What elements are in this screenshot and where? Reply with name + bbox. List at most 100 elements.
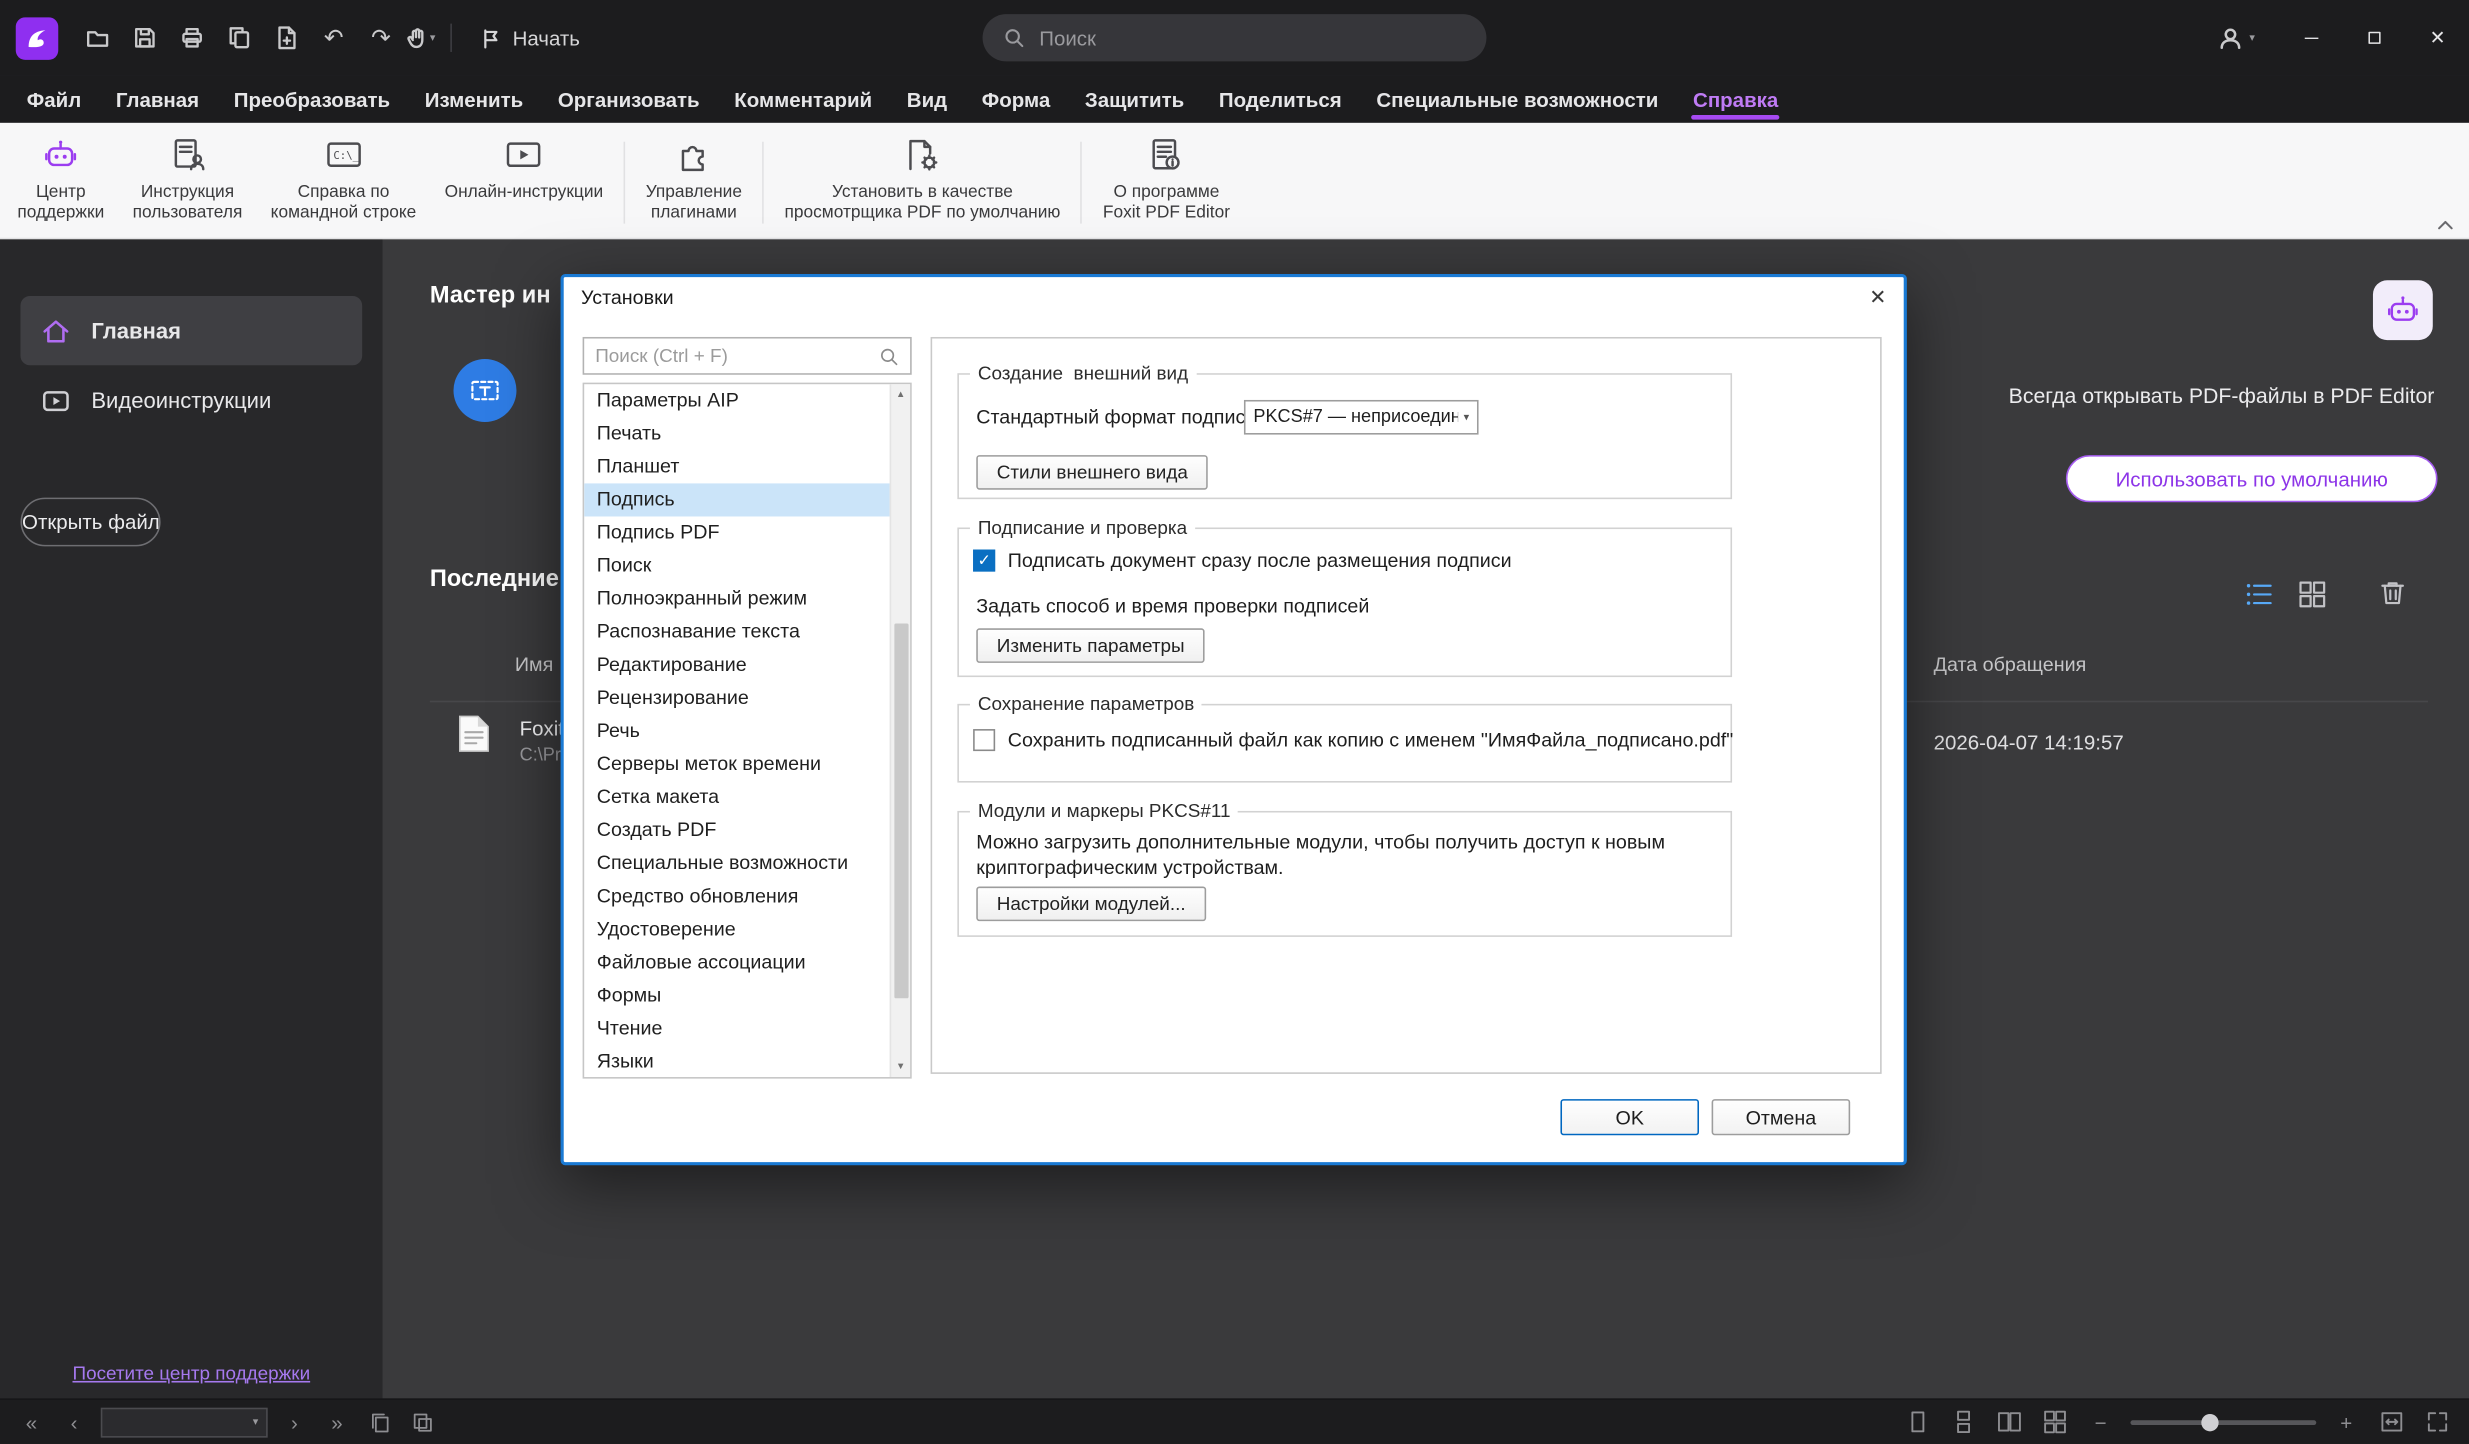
ribbon-item-user-manual[interactable]: Инструкция пользователя bbox=[118, 131, 256, 235]
use-as-default-button[interactable]: Использовать по умолчанию bbox=[2065, 455, 2438, 503]
tab-accessibility[interactable]: Специальные возможности bbox=[1359, 76, 1676, 123]
facing-view-icon[interactable] bbox=[1993, 1405, 2024, 1440]
copy-page-icon[interactable] bbox=[364, 1405, 395, 1440]
scroll-up-icon[interactable]: ▲ bbox=[891, 384, 910, 404]
search-input[interactable]: Поиск bbox=[982, 14, 1487, 62]
save-icon[interactable] bbox=[121, 14, 168, 61]
tab-share[interactable]: Поделиться bbox=[1202, 76, 1360, 123]
last-page-icon[interactable]: » bbox=[321, 1405, 352, 1440]
previous-page-icon[interactable]: ‹ bbox=[58, 1405, 89, 1440]
ribbon-item-support-center[interactable]: Центр поддержки bbox=[3, 131, 118, 235]
instructions-wizard-icon[interactable] bbox=[453, 359, 517, 422]
start-button[interactable]: Начать bbox=[465, 20, 592, 56]
add-page-icon[interactable] bbox=[263, 14, 310, 61]
preferences-list-item[interactable]: Специальные возможности bbox=[584, 847, 910, 880]
sign-immediately-checkbox[interactable]: ✓ bbox=[973, 549, 996, 572]
signature-format-dropdown[interactable]: PKCS#7 — неприсоедине ▾ bbox=[1243, 399, 1479, 435]
ribbon-item-command-line-help[interactable]: C:\_ Справка по командной строке bbox=[257, 131, 431, 235]
column-header-date[interactable]: Дата обращения bbox=[1934, 653, 2087, 675]
preferences-search-input[interactable]: Поиск (Ctrl + F) bbox=[582, 336, 912, 375]
fit-page-icon[interactable] bbox=[2376, 1405, 2407, 1440]
tab-view[interactable]: Вид bbox=[889, 76, 964, 123]
preferences-list-item[interactable]: Распознавание текста bbox=[584, 616, 910, 649]
zoom-out-icon[interactable]: − bbox=[2085, 1405, 2116, 1440]
tab-form[interactable]: Форма bbox=[964, 76, 1067, 123]
fullscreen-icon[interactable] bbox=[2422, 1405, 2453, 1440]
preferences-list-item[interactable]: Речь bbox=[584, 715, 910, 748]
scroll-down-icon[interactable]: ▼ bbox=[891, 1057, 910, 1077]
zoom-in-icon[interactable]: + bbox=[2330, 1405, 2361, 1440]
tab-edit[interactable]: Изменить bbox=[407, 76, 540, 123]
account-button[interactable]: ▾ bbox=[2218, 24, 2255, 51]
facing-continuous-view-icon[interactable] bbox=[2039, 1405, 2070, 1440]
ok-button[interactable]: OK bbox=[1560, 1099, 1700, 1136]
appearance-styles-button[interactable]: Стили внешнего вида bbox=[976, 455, 1209, 490]
preferences-list-item[interactable]: Печать bbox=[584, 417, 910, 450]
ribbon-item-set-default-viewer[interactable]: Установить в качестве просмотрщика PDF по… bbox=[770, 131, 1074, 235]
preferences-list-item[interactable]: Поиск bbox=[584, 550, 910, 583]
preferences-list-item[interactable]: Файловые ассоциации bbox=[584, 946, 910, 979]
preferences-list-item[interactable]: Средство обновления bbox=[584, 880, 910, 913]
preferences-list-item[interactable]: Создать PDF bbox=[584, 814, 910, 847]
dialog-titlebar[interactable]: Установки ✕ bbox=[564, 277, 1904, 316]
next-page-icon[interactable]: › bbox=[279, 1405, 310, 1440]
trash-icon[interactable] bbox=[2378, 578, 2408, 608]
sidebar-item-video-tutorials[interactable]: Видеоинструкции bbox=[20, 365, 362, 434]
preferences-list-item[interactable]: Рецензирование bbox=[584, 682, 910, 715]
save-signed-copy-checkbox[interactable] bbox=[973, 729, 996, 752]
preferences-list-item[interactable]: Полноэкранный режим bbox=[584, 583, 910, 616]
copy-icon[interactable] bbox=[216, 14, 263, 61]
tab-organize[interactable]: Организовать bbox=[541, 76, 717, 123]
ribbon-item-plugin-manager[interactable]: Управление плагинами bbox=[632, 131, 757, 235]
sidebar-item-home[interactable]: Главная bbox=[20, 296, 363, 366]
close-button[interactable]: ✕ bbox=[2406, 0, 2469, 76]
recent-file-name[interactable]: Foxit bbox=[520, 716, 564, 740]
maximize-button[interactable] bbox=[2343, 0, 2406, 76]
cancel-button[interactable]: Отмена bbox=[1711, 1099, 1851, 1136]
list-view-icon[interactable] bbox=[2244, 579, 2274, 609]
preferences-list-item-selected[interactable]: Подпись bbox=[584, 483, 911, 517]
tab-help[interactable]: Справка bbox=[1676, 76, 1796, 123]
open-file-button[interactable]: Открыть файл bbox=[20, 497, 162, 547]
preferences-list-item[interactable]: Языки bbox=[584, 1046, 910, 1077]
hand-tool-button[interactable]: ▾ bbox=[405, 25, 435, 50]
module-settings-button[interactable]: Настройки модулей... bbox=[976, 886, 1207, 922]
preferences-list-item[interactable]: Формы bbox=[584, 979, 910, 1012]
redo-icon[interactable]: ↷ bbox=[357, 14, 404, 61]
dialog-close-icon[interactable]: ✕ bbox=[1869, 284, 1886, 309]
zoom-slider[interactable] bbox=[2130, 1405, 2317, 1440]
change-settings-button[interactable]: Изменить параметры bbox=[976, 628, 1206, 663]
duplicate-page-icon[interactable] bbox=[406, 1405, 437, 1440]
first-page-icon[interactable]: « bbox=[16, 1405, 47, 1440]
tab-file[interactable]: Файл bbox=[9, 76, 98, 123]
preferences-list-item[interactable]: Подпись PDF bbox=[584, 516, 910, 549]
zoom-slider-thumb[interactable] bbox=[2201, 1413, 2219, 1431]
preferences-list-item[interactable]: Параметры AIP bbox=[584, 384, 910, 417]
grid-view-icon[interactable] bbox=[2297, 579, 2327, 609]
preferences-list-item[interactable]: Чтение bbox=[584, 1012, 910, 1045]
tab-convert[interactable]: Преобразовать bbox=[216, 76, 407, 123]
preferences-list-item[interactable]: Сетка макета bbox=[584, 781, 910, 814]
collapse-ribbon-icon[interactable] bbox=[2436, 219, 2455, 232]
minimize-button[interactable]: ─ bbox=[2280, 0, 2343, 76]
continuous-view-icon[interactable] bbox=[1948, 1405, 1979, 1440]
undo-icon[interactable]: ↶ bbox=[310, 14, 357, 61]
ribbon-item-about[interactable]: О программе Foxit PDF Editor bbox=[1089, 131, 1244, 235]
open-file-icon[interactable] bbox=[74, 14, 121, 61]
ribbon-item-online-tutorials[interactable]: Онлайн-инструкции bbox=[430, 131, 617, 235]
preferences-list-item[interactable]: Удостоверение bbox=[584, 913, 910, 946]
column-header-name[interactable]: Имя bbox=[515, 653, 553, 675]
tab-comment[interactable]: Комментарий bbox=[717, 76, 889, 123]
single-page-view-icon[interactable] bbox=[1902, 1405, 1933, 1440]
print-icon[interactable] bbox=[168, 14, 215, 61]
preferences-list-item[interactable]: Планшет bbox=[584, 450, 910, 483]
tab-protect[interactable]: Защитить bbox=[1068, 76, 1202, 123]
preferences-list-item[interactable]: Серверы меток времени bbox=[584, 748, 910, 781]
ai-assistant-icon[interactable] bbox=[2372, 280, 2433, 341]
tab-home[interactable]: Главная bbox=[99, 76, 217, 123]
page-number-field[interactable]: ▾ bbox=[100, 1406, 268, 1437]
preferences-list-item[interactable]: Редактирование bbox=[584, 649, 910, 682]
support-center-link[interactable]: Посетите центр поддержки bbox=[0, 1362, 383, 1384]
list-scrollbar[interactable]: ▲ ▼ bbox=[889, 384, 911, 1078]
scrollbar-thumb[interactable] bbox=[894, 623, 909, 999]
